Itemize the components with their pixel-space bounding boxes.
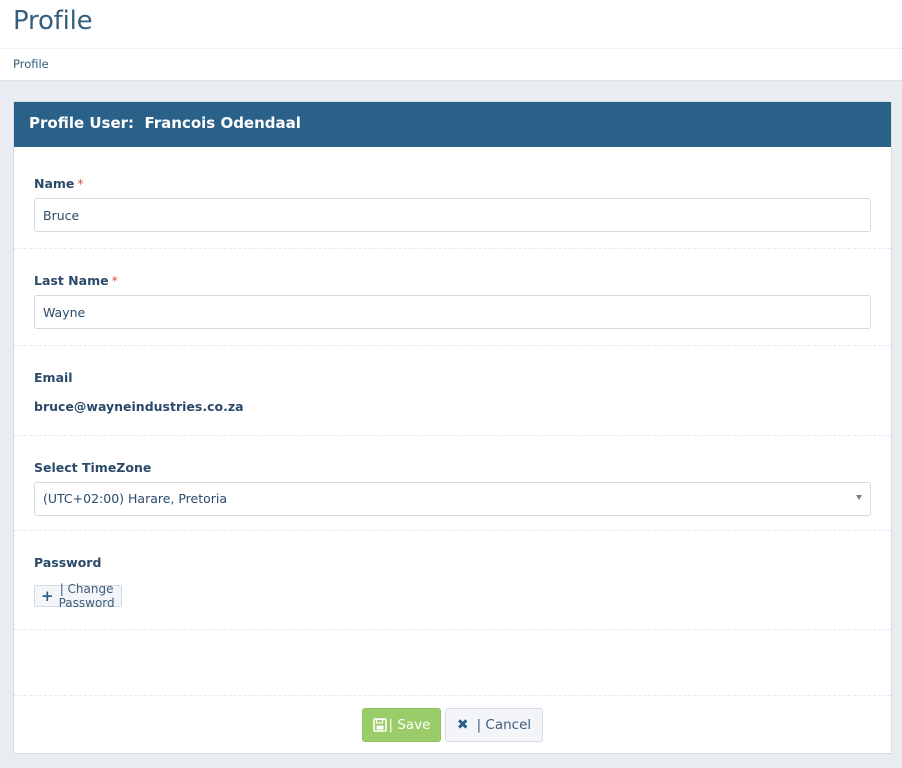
- field-separator: [14, 629, 891, 630]
- email-field-group: Email bruce@wayneindustries.co.za: [34, 370, 871, 414]
- save-button[interactable]: | Save: [362, 708, 441, 742]
- plus-icon: +: [41, 586, 54, 605]
- password-label: Password: [34, 555, 102, 570]
- timezone-label: Select TimeZone: [34, 460, 152, 475]
- change-password-label: | Change Password: [58, 582, 115, 610]
- caret-down-icon: [856, 495, 862, 500]
- timezone-field-group: Select TimeZone (UTC+02:00) Harare, Pret…: [34, 460, 871, 516]
- required-marker: *: [77, 176, 84, 191]
- password-field-group: Password + | Change Password: [34, 555, 871, 610]
- required-marker: *: [111, 273, 118, 288]
- save-label: | Save: [388, 717, 431, 733]
- timezone-select[interactable]: (UTC+02:00) Harare, Pretoria: [34, 482, 871, 516]
- field-separator: [14, 530, 891, 531]
- footer-separator: [14, 695, 891, 696]
- change-password-button[interactable]: + | Change Password: [34, 582, 122, 610]
- name-input[interactable]: [34, 198, 871, 232]
- cancel-label: | Cancel: [476, 717, 532, 733]
- profile-panel: Profile User: Francois Odendaal Name* La…: [13, 101, 892, 754]
- name-label-text: Name: [34, 176, 75, 191]
- last-name-label: Last Name *: [34, 273, 871, 288]
- last-name-field-group: Last Name *: [34, 273, 871, 329]
- breadcrumb[interactable]: Profile: [13, 57, 49, 71]
- last-name-input[interactable]: [34, 295, 871, 329]
- field-separator: [14, 248, 891, 249]
- floppy-disk-icon: [372, 718, 387, 732]
- field-separator: [14, 435, 891, 436]
- cancel-button[interactable]: ✖ | Cancel: [445, 708, 543, 742]
- page-header: Profile Profile: [0, 0, 902, 81]
- timezone-selected-value: (UTC+02:00) Harare, Pretoria: [43, 491, 228, 506]
- panel-title: Profile User: Francois Odendaal: [29, 114, 301, 132]
- close-icon: ✖: [456, 717, 469, 733]
- name-field-group: Name *: [34, 176, 871, 232]
- last-name-label-text: Last Name: [34, 273, 109, 288]
- header-divider: [0, 48, 902, 49]
- panel-header: Profile User: Francois Odendaal: [14, 102, 891, 147]
- email-label: Email: [34, 370, 73, 385]
- field-separator: [14, 345, 891, 346]
- name-label: Name *: [34, 176, 871, 191]
- email-value: bruce@wayneindustries.co.za: [34, 399, 244, 414]
- page-title: Profile: [13, 6, 93, 36]
